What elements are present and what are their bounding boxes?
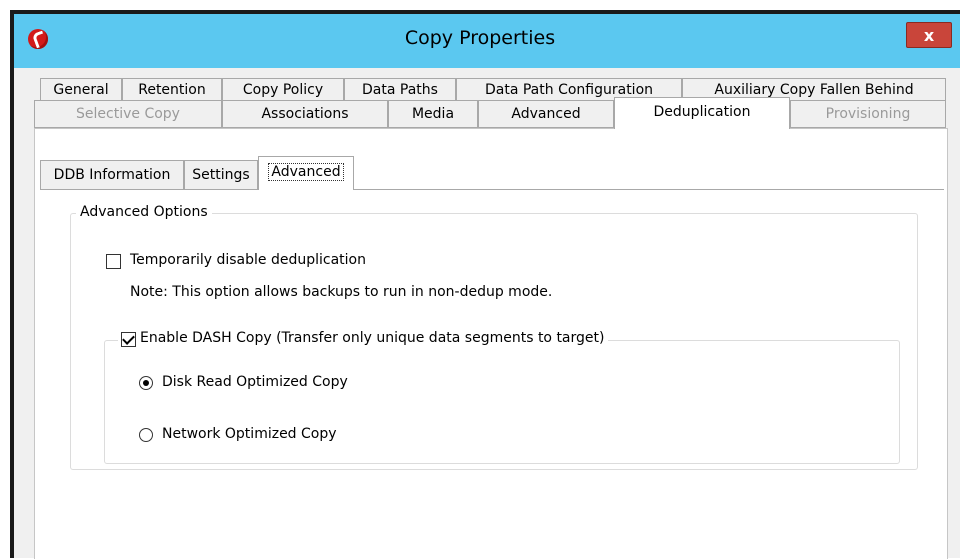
tab-general[interactable]: General — [40, 78, 122, 100]
tab-advanced[interactable]: Advanced — [478, 100, 614, 128]
tab-provisioning[interactable]: Provisioning — [790, 100, 946, 128]
network-optimized-radio[interactable] — [139, 428, 153, 442]
disk-read-optimized-label[interactable]: Disk Read Optimized Copy — [162, 374, 348, 390]
subtab-advanced[interactable]: Advanced — [258, 156, 354, 190]
dash-copy-group-header: Enable DASH Copy (Transfer only unique d… — [118, 330, 609, 350]
tab-selective-copy[interactable]: Selective Copy — [34, 100, 222, 128]
dash-copy-group — [104, 340, 900, 464]
network-optimized-label[interactable]: Network Optimized Copy — [162, 426, 337, 442]
disable-dedup-label[interactable]: Temporarily disable deduplication — [130, 252, 366, 268]
disable-dedup-checkbox[interactable] — [106, 254, 121, 269]
subtab-settings[interactable]: Settings — [184, 160, 258, 189]
tab-media[interactable]: Media — [388, 100, 478, 128]
subtab-ddb-information[interactable]: DDB Information — [40, 160, 184, 189]
close-button[interactable]: x — [906, 22, 952, 48]
tab-deduplication[interactable]: Deduplication — [614, 97, 790, 129]
subtab-divider — [40, 189, 944, 190]
advanced-options-label: Advanced Options — [76, 204, 212, 220]
tab-retention[interactable]: Retention — [122, 78, 222, 100]
dash-copy-label[interactable]: Enable DASH Copy (Transfer only unique d… — [140, 330, 604, 346]
disk-read-optimized-radio[interactable] — [139, 376, 153, 390]
tab-copy-policy[interactable]: Copy Policy — [222, 78, 344, 100]
tab-data-paths[interactable]: Data Paths — [344, 78, 456, 100]
window-title: Copy Properties — [404, 27, 556, 49]
tab-associations[interactable]: Associations — [222, 100, 388, 128]
dash-copy-checkbox[interactable] — [121, 332, 136, 347]
dedup-note: Note: This option allows backups to run … — [130, 284, 553, 300]
